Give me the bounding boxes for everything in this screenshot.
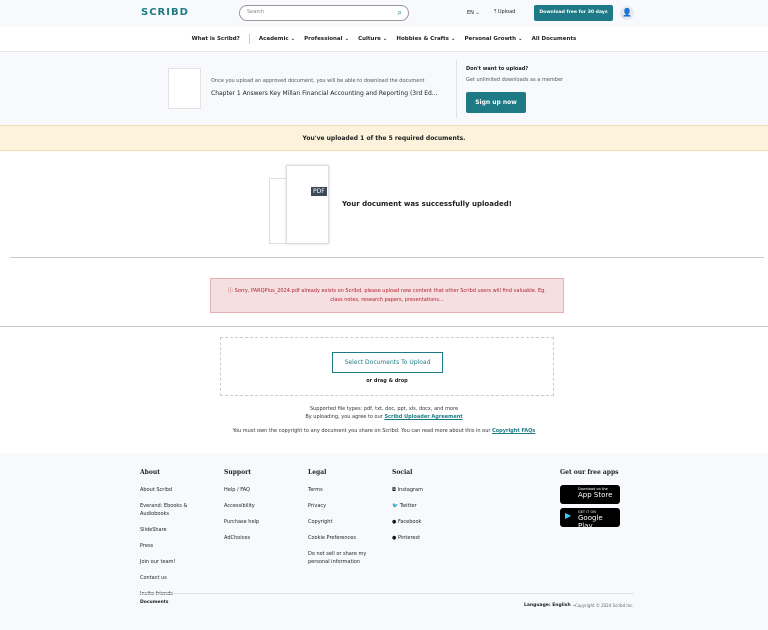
uploader-agreement-link[interactable]: Scribd Uploader Agreement — [384, 414, 462, 420]
facebook-link[interactable]: ● Facebook — [392, 518, 423, 526]
select-documents-button[interactable]: Select Documents To Upload — [332, 352, 443, 373]
pdf-badge: PDF — [311, 187, 327, 196]
upload-link[interactable]: ⤒ Upload — [494, 9, 515, 15]
footer-link[interactable]: Privacy — [308, 502, 373, 510]
upload-dropzone[interactable]: Select Documents To Upload or drag & dro… — [220, 337, 554, 396]
footer-legal: Legal Terms Privacy Copyright Cookie Pre… — [308, 469, 373, 574]
footer-link[interactable]: Purchase help — [224, 518, 259, 526]
nav-hobbies[interactable]: Hobbies & Crafts ⌄ — [396, 36, 455, 42]
footer-link[interactable]: Cookie Preferences — [308, 534, 373, 542]
supported-types: Supported file types: pdf, txt, doc, ppt… — [309, 406, 459, 412]
category-nav: What is Scribd? Academic ⌄ Professional … — [0, 27, 768, 52]
document-title[interactable]: Chapter 1 Answers Key Millan Financial A… — [211, 90, 438, 97]
divider — [140, 593, 634, 594]
scribd-logo[interactable]: SCRIBD — [141, 7, 189, 18]
uploaded-document-preview: PDF — [269, 165, 329, 244]
app-store-button[interactable]: Download on the App Store — [560, 485, 620, 504]
documents-link[interactable]: Documents — [140, 600, 168, 605]
side-title: Don't want to upload? — [466, 66, 529, 72]
twitter-link[interactable]: 🐦 Twitter — [392, 502, 423, 510]
alert-icon: ⓘ — [228, 288, 235, 294]
footer-about: About About Scribd Everand: Ebooks & Aud… — [140, 469, 200, 606]
copyright-notice: Copyright © 2024 Scribd Inc. — [575, 603, 634, 608]
google-play-button[interactable]: ▶ GET IT ON Google Play — [560, 508, 620, 530]
search-icon[interactable]: ⌕ — [398, 8, 402, 18]
footer-link[interactable]: Copyright — [308, 518, 373, 526]
side-text: Get unlimited downloads as a member — [466, 77, 564, 83]
footer-support: Support Help / FAQ Accessibility Purchas… — [224, 469, 260, 542]
twitter-icon: 🐦 — [392, 503, 400, 509]
footer-link[interactable]: Terms — [308, 486, 373, 494]
nav-academic[interactable]: Academic ⌄ — [259, 36, 295, 42]
nav-culture[interactable]: Culture ⌄ — [358, 36, 387, 42]
nav-personal-growth[interactable]: Personal Growth ⌄ — [464, 36, 522, 42]
download-section: Once you upload an approved document, yo… — [0, 52, 768, 125]
footer-link[interactable]: Do not sell or share my personal informa… — [308, 550, 373, 566]
sign-up-button[interactable]: Sign up now — [466, 92, 526, 113]
nav-professional[interactable]: Professional ⌄ — [304, 36, 349, 42]
divider — [0, 326, 768, 327]
pinterest-link[interactable]: ● Pinterest — [392, 534, 423, 542]
copyright-text: You must own the copyright to any docume… — [232, 428, 536, 434]
footer-link[interactable]: SlideShare — [140, 526, 200, 534]
drag-drop-label: or drag & drop — [366, 378, 408, 384]
upload-progress-banner: You've uploaded 1 of the 5 required docu… — [0, 125, 768, 151]
nav-divider — [248, 34, 250, 44]
footer-link[interactable]: AdChoices — [224, 534, 259, 542]
footer-link[interactable]: Help / FAQ — [224, 486, 259, 494]
search-input[interactable]: Search ⌕ — [239, 5, 409, 21]
footer-link[interactable]: Everand: Ebooks & Audiobooks — [140, 502, 200, 518]
success-message: Your document was successfully uploaded! — [342, 200, 512, 208]
language-selector[interactable]: EN ⌄ — [467, 10, 480, 16]
footer-social: Social ◘ Instagram 🐦 Twitter ● Facebook … — [392, 469, 423, 542]
error-alert: ⓘ Sorry, PARQPlus_2024.pdf already exist… — [210, 278, 564, 313]
nav-what-is-scribd[interactable]: What is Scribd? — [192, 36, 240, 42]
agreement-text: By uploading, you agree to our Scribd Up… — [305, 414, 463, 420]
footer-link[interactable]: Join our team! — [140, 558, 200, 566]
instagram-link[interactable]: ◘ Instagram — [392, 486, 423, 494]
divider — [456, 60, 457, 118]
footer-link[interactable]: About Scribd — [140, 486, 200, 494]
nav-all-documents[interactable]: All Documents — [532, 36, 577, 42]
language-selector-footer[interactable]: Language: English ⌄ — [524, 603, 576, 608]
footer-link[interactable]: Invite friends — [140, 590, 200, 598]
footer-link[interactable]: Accessibility — [224, 502, 259, 510]
footer-link[interactable]: Contact us — [140, 574, 200, 582]
footer: About About Scribd Everand: Ebooks & Aud… — [0, 453, 768, 630]
footer-link[interactable]: Press — [140, 542, 200, 550]
divider — [10, 257, 764, 258]
play-icon: ▶ — [565, 511, 572, 520]
user-icon[interactable]: 👤 — [620, 6, 634, 20]
download-free-button[interactable]: Download free for 30 days — [534, 5, 613, 21]
download-info: Once you upload an approved document, yo… — [211, 78, 425, 84]
copyright-faqs-link[interactable]: Copyright FAQs — [492, 428, 535, 434]
document-thumbnail — [168, 68, 201, 109]
footer-apps: Get our free apps — [560, 469, 619, 476]
upload-icon: ⤒ — [494, 9, 497, 15]
